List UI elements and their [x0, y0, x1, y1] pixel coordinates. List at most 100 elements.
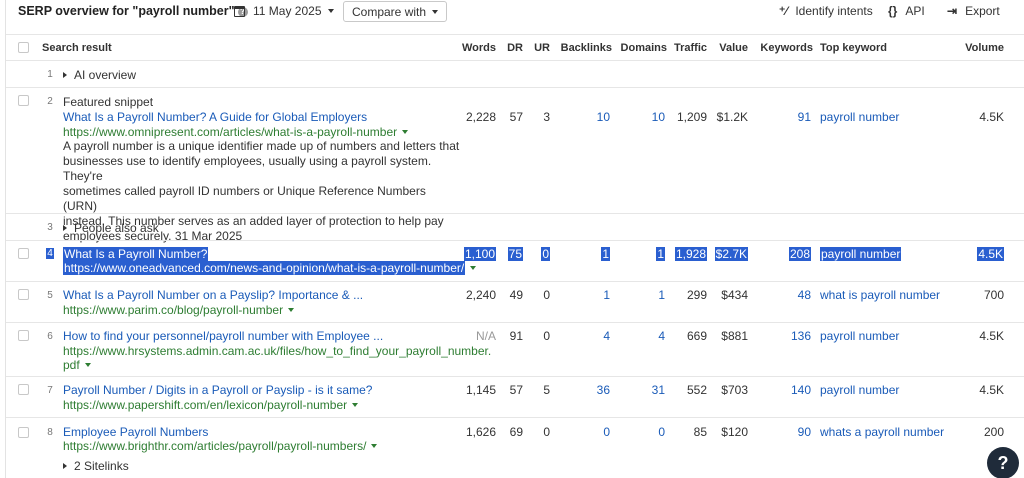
chevron-down-icon[interactable]: [352, 403, 359, 407]
result-url-text: https://www.parim.co/blog/payroll-number: [63, 303, 284, 317]
domains-link[interactable]: 4: [658, 329, 665, 343]
backlinks-link[interactable]: 4: [603, 329, 610, 343]
result-title-link[interactable]: How to find your personnel/payroll numbe…: [63, 329, 383, 343]
top-keyword-link[interactable]: payroll number: [820, 329, 899, 343]
ur-value: 0: [543, 329, 550, 343]
backlinks-link[interactable]: 1: [601, 247, 610, 261]
row-checkbox[interactable]: [18, 330, 29, 341]
caret-right-icon: [63, 463, 67, 469]
identify-intents-label: Identify intents: [795, 4, 873, 18]
result-title-link[interactable]: What Is a Payroll Number? A Guide for Gl…: [63, 110, 367, 124]
position-number: 1: [47, 69, 53, 80]
table-row: 6 How to find your personnel/payroll num…: [6, 323, 1024, 377]
backlinks-link[interactable]: 0: [603, 425, 610, 439]
keywords-link[interactable]: 208: [788, 247, 811, 261]
col-ur[interactable]: UR: [534, 42, 550, 54]
keywords-link[interactable]: 90: [798, 425, 811, 439]
domains-link[interactable]: 1: [658, 288, 665, 302]
page-title: SERP overview for "payroll number"?: [18, 4, 248, 18]
select-all-checkbox[interactable]: [18, 42, 29, 53]
compare-with-button[interactable]: Compare with: [343, 1, 448, 22]
col-dr[interactable]: DR: [507, 42, 523, 54]
domains-link[interactable]: 31: [652, 383, 665, 397]
top-keyword-link[interactable]: payroll number: [820, 383, 899, 397]
ai-overview-toggle[interactable]: AI overview: [63, 68, 136, 82]
identify-intents-button[interactable]: ⁺⁄ Identify intents: [779, 4, 873, 18]
ur-value: 0: [541, 247, 550, 261]
serp-overview-panel: SERP overview for "payroll number"? 11 M…: [5, 0, 1024, 478]
result-url-text: https://www.omnipresent.com/articles/wha…: [63, 125, 398, 139]
domains-link[interactable]: 1: [656, 247, 665, 261]
export-label: Export: [965, 4, 1000, 18]
top-keyword-link[interactable]: what is payroll number: [820, 288, 940, 302]
row-checkbox[interactable]: [18, 289, 29, 300]
result-title-link[interactable]: Payroll Number / Digits in a Payroll or …: [63, 383, 372, 397]
words-value: 1,145: [465, 383, 496, 397]
value-amount: $2.7K: [714, 247, 748, 261]
col-volume[interactable]: Volume: [965, 42, 1004, 54]
chevron-down-icon[interactable]: [288, 308, 295, 312]
result-url[interactable]: https://www.omnipresent.com/articles/wha…: [63, 125, 409, 139]
export-button[interactable]: ⇥ Export: [947, 4, 1000, 18]
people-also-ask-toggle[interactable]: People also ask: [63, 221, 159, 235]
words-value: N/A: [475, 329, 496, 343]
result-url[interactable]: https://www.brighthr.com/articles/payrol…: [63, 439, 378, 453]
result-url-continued[interactable]: pdf: [63, 358, 91, 372]
top-keyword-link[interactable]: payroll number: [820, 110, 899, 124]
traffic-value: 1,928: [674, 247, 707, 261]
help-fab-glyph: ?: [997, 453, 1009, 473]
row-checkbox[interactable]: [18, 384, 29, 395]
col-top-keyword[interactable]: Top keyword: [820, 42, 887, 54]
table-row: 1 AI overview: [6, 61, 1024, 88]
result-url[interactable]: https://www.oneadvanced.com/news-and-opi…: [63, 261, 477, 275]
result-title-link[interactable]: Employee Payroll Numbers: [63, 425, 208, 439]
keywords-link[interactable]: 48: [798, 288, 811, 302]
result-url[interactable]: https://www.parim.co/blog/payroll-number: [63, 303, 295, 317]
chevron-down-icon[interactable]: [84, 363, 91, 367]
col-domains[interactable]: Domains: [621, 42, 667, 54]
col-backlinks[interactable]: Backlinks: [561, 42, 612, 54]
col-traffic[interactable]: Traffic: [674, 42, 707, 54]
row-checkbox[interactable]: [18, 427, 29, 438]
col-keywords[interactable]: Keywords: [760, 42, 813, 54]
result-url-text: pdf: [63, 358, 80, 372]
keywords-link[interactable]: 136: [791, 329, 811, 343]
chevron-down-icon[interactable]: [402, 130, 409, 134]
date-selector[interactable]: 11 May 2025: [234, 4, 334, 18]
col-value[interactable]: Value: [719, 42, 748, 54]
chevron-down-icon: [327, 9, 334, 13]
api-button[interactable]: {} API: [888, 4, 925, 18]
chevron-down-icon[interactable]: [371, 444, 378, 448]
chevron-down-icon: [432, 9, 439, 14]
caret-right-icon: [63, 72, 67, 78]
table-row: 3 People also ask: [6, 214, 1024, 241]
ur-value: 5: [543, 383, 550, 397]
top-keyword-link[interactable]: payroll number: [820, 247, 902, 261]
help-chat-button[interactable]: ?: [987, 447, 1019, 478]
traffic-value: 85: [693, 425, 707, 439]
sitelinks-label: 2 Sitelinks: [74, 459, 129, 473]
row-checkbox[interactable]: [18, 95, 29, 106]
value-amount: $120: [721, 425, 748, 439]
backlinks-link[interactable]: 1: [603, 288, 610, 302]
top-keyword-link[interactable]: whats a payroll number: [820, 425, 944, 439]
result-url[interactable]: https://www.papershift.com/en/lexicon/pa…: [63, 398, 359, 412]
ur-value: 0: [543, 425, 550, 439]
page-title-text: SERP overview for "payroll number": [18, 4, 235, 18]
sitelinks-toggle[interactable]: 2 Sitelinks: [63, 459, 129, 473]
domains-link[interactable]: 0: [658, 425, 665, 439]
col-search-result[interactable]: Search result: [42, 42, 112, 54]
result-title-link[interactable]: What Is a Payroll Number?: [63, 247, 209, 261]
featured-snippet-label: Featured snippet: [63, 95, 154, 109]
volume-value: 4.5K: [979, 383, 1004, 397]
result-url[interactable]: https://www.hrsystems.admin.cam.ac.uk/fi…: [63, 344, 491, 358]
result-title-link[interactable]: What Is a Payroll Number on a Payslip? I…: [63, 288, 363, 302]
row-checkbox[interactable]: [18, 248, 29, 259]
keywords-link[interactable]: 140: [791, 383, 811, 397]
backlinks-link[interactable]: 36: [597, 383, 610, 397]
keywords-link[interactable]: 91: [798, 110, 811, 124]
col-words[interactable]: Words: [462, 42, 496, 54]
backlinks-link[interactable]: 10: [597, 110, 610, 124]
chevron-down-icon[interactable]: [470, 266, 477, 270]
domains-link[interactable]: 10: [652, 110, 665, 124]
